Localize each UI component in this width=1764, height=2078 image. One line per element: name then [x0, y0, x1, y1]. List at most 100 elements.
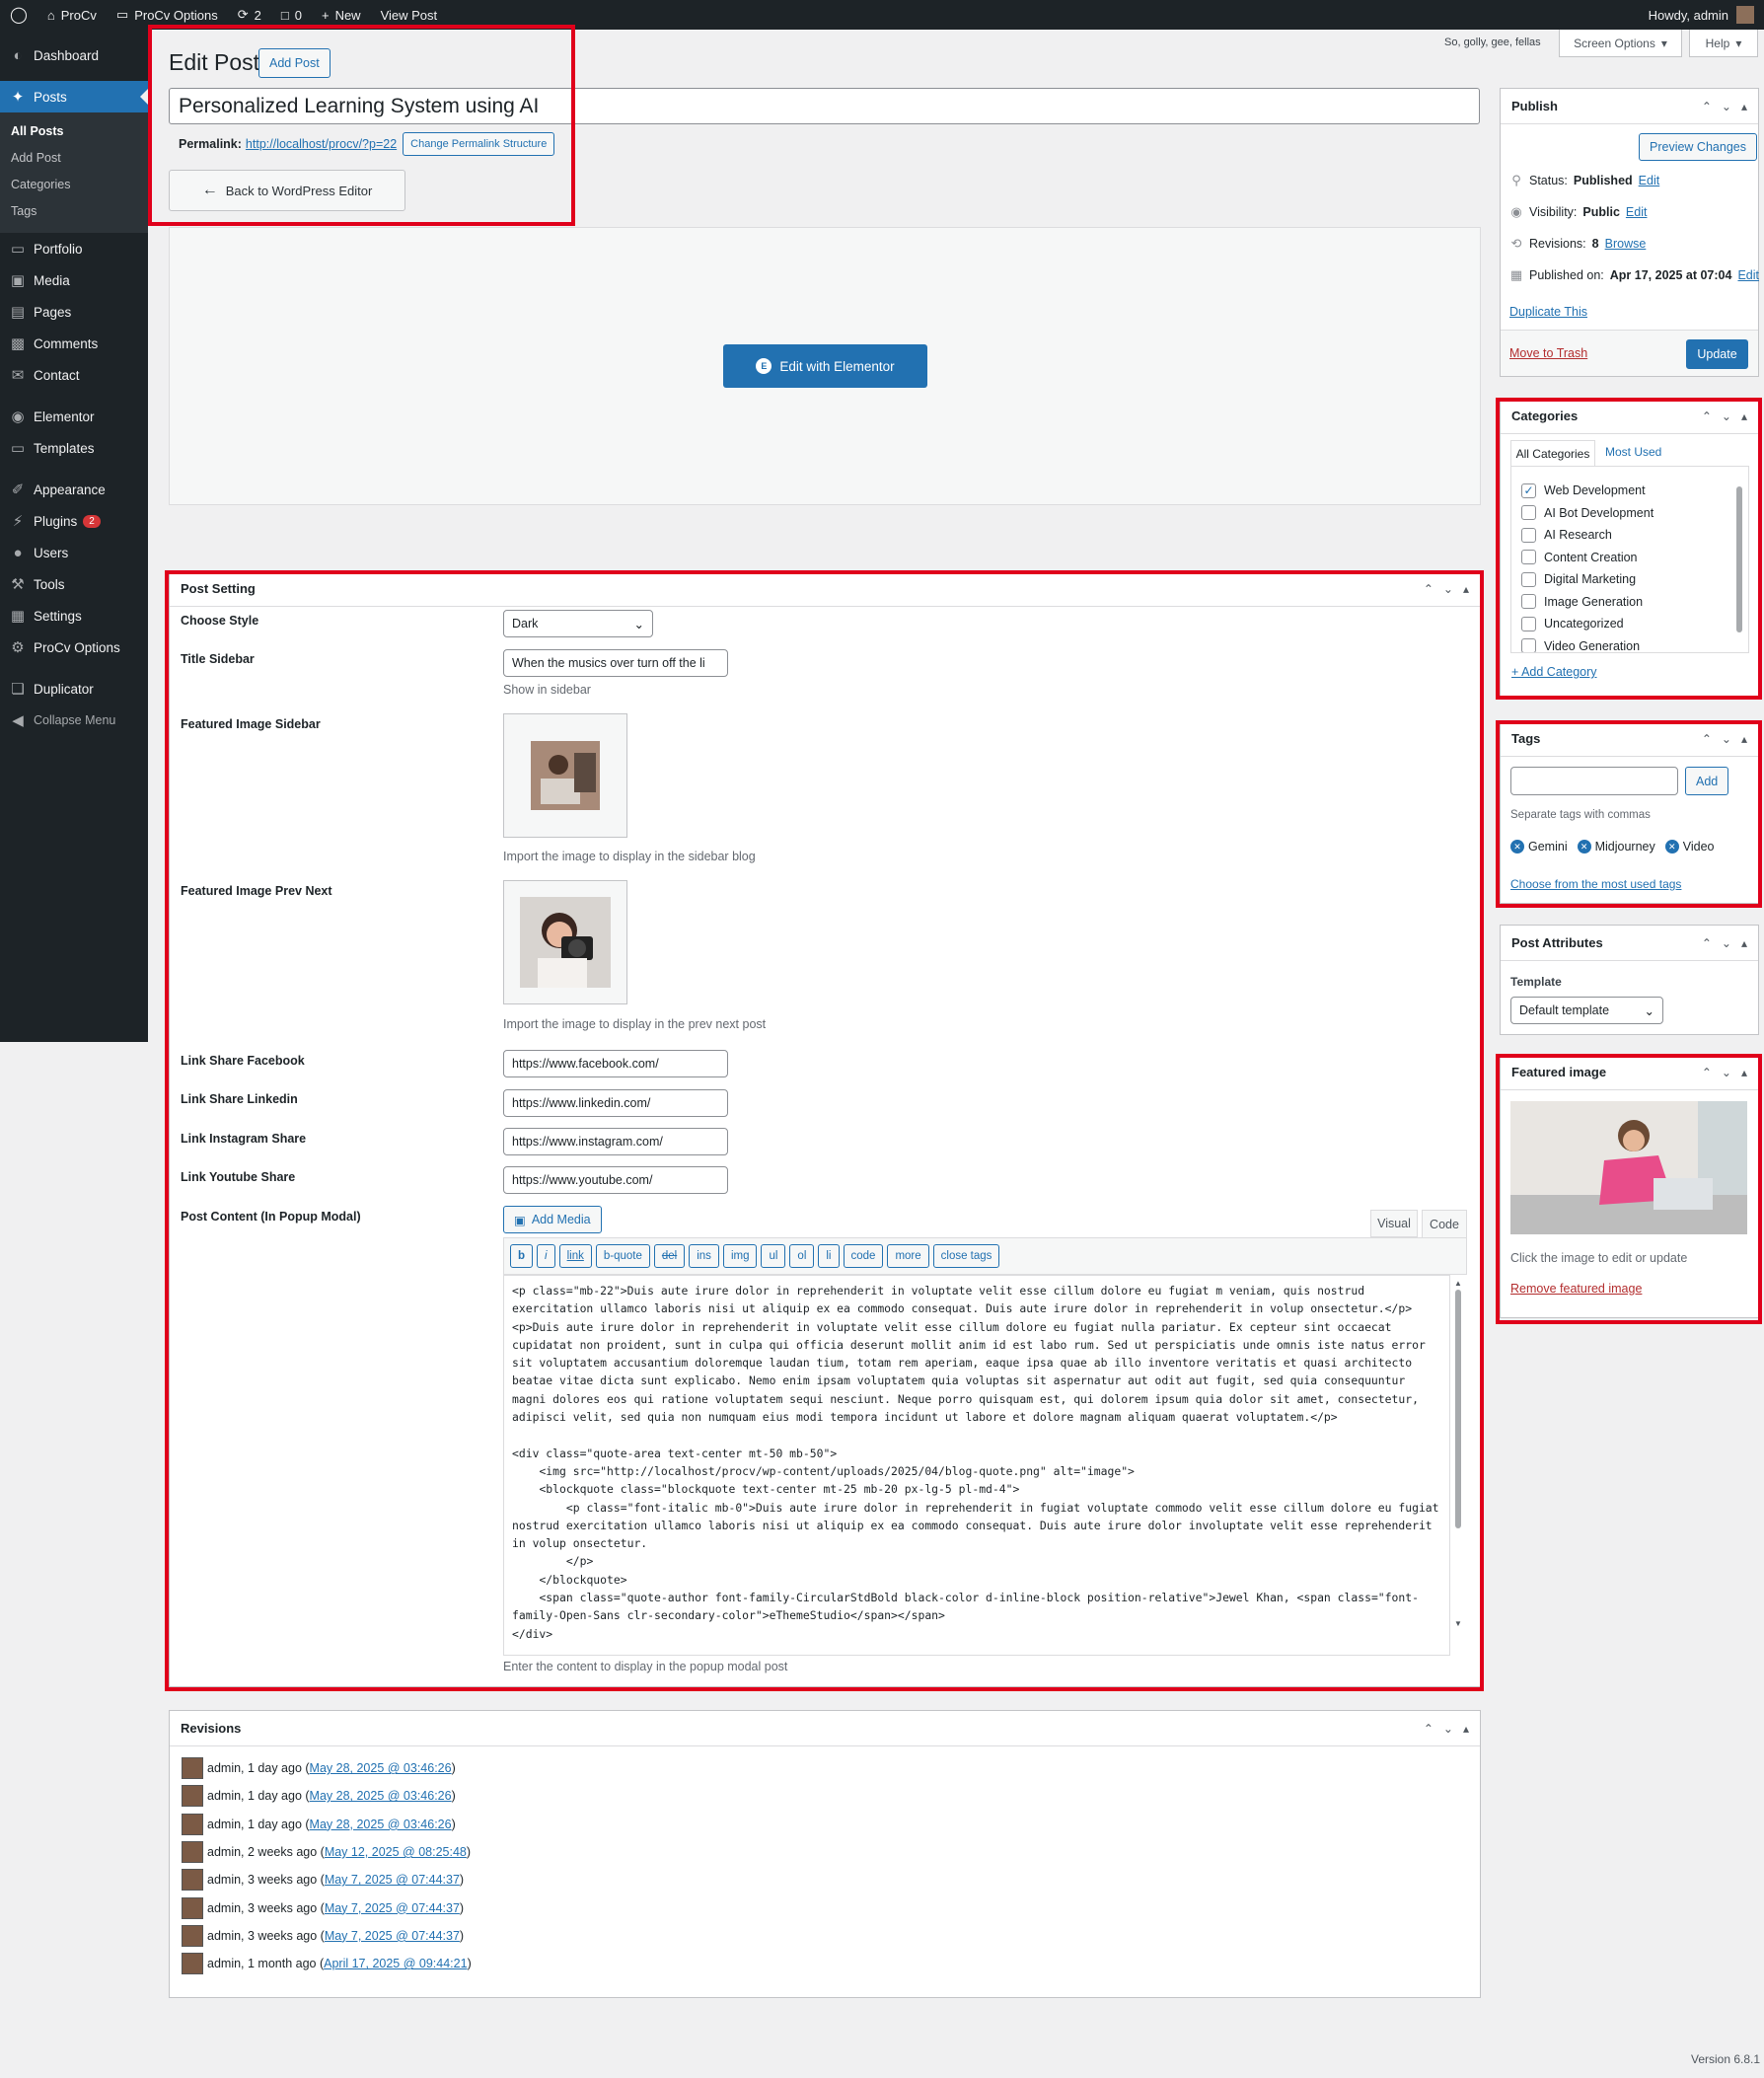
toggle-panel-icon[interactable]: ▴ [1741, 936, 1747, 950]
move-up-icon[interactable]: ⌃ [1702, 409, 1712, 423]
category-image-generation[interactable]: Image Generation [1511, 591, 1748, 614]
move-up-icon[interactable]: ⌃ [1424, 582, 1433, 596]
toggle-panel-icon[interactable]: ▴ [1741, 100, 1747, 113]
move-down-icon[interactable]: ⌄ [1722, 936, 1731, 950]
qt-close-tags-button[interactable]: close tags [932, 1244, 1000, 1268]
new-content-link[interactable]: + New [312, 0, 371, 30]
move-up-icon[interactable]: ⌃ [1702, 732, 1712, 746]
tab-all-categories[interactable]: All Categories [1510, 440, 1595, 466]
move-down-icon[interactable]: ⌄ [1722, 409, 1731, 423]
menu-appearance[interactable]: ✐ Appearance [0, 474, 148, 505]
menu-duplicator[interactable]: ❏ Duplicator [0, 673, 148, 705]
menu-tools[interactable]: ⚒ Tools [0, 568, 148, 600]
preview-changes-button[interactable]: Preview Changes [1639, 133, 1757, 161]
move-up-icon[interactable]: ⌃ [1424, 1722, 1433, 1736]
move-down-icon[interactable]: ⌄ [1722, 1066, 1731, 1079]
tab-most-used[interactable]: Most Used [1605, 445, 1661, 459]
checkbox-icon[interactable] [1521, 550, 1536, 565]
move-up-icon[interactable]: ⌃ [1702, 1066, 1712, 1079]
updates-link[interactable]: ⟳ 2 [228, 0, 271, 30]
my-account-link[interactable]: Howdy, admin [1639, 0, 1764, 30]
submenu-tags[interactable]: Tags [0, 198, 148, 225]
menu-posts[interactable]: ✦ Posts [0, 81, 148, 112]
move-down-icon[interactable]: ⌄ [1722, 100, 1731, 113]
toggle-panel-icon[interactable]: ▴ [1741, 1066, 1747, 1079]
move-up-icon[interactable]: ⌃ [1702, 100, 1712, 113]
menu-elementor[interactable]: ◉ Elementor [0, 401, 148, 432]
move-down-icon[interactable]: ⌄ [1443, 582, 1453, 596]
qt-more-button[interactable]: more [887, 1244, 929, 1268]
post-title-input[interactable]: Personalized Learning System using AI [169, 88, 1480, 124]
post-content-textarea[interactable]: <p class="mb-22">Duis aute irure dolor i… [503, 1275, 1450, 1656]
checkbox-checked-icon[interactable]: ✓ [1521, 482, 1536, 498]
revision-link[interactable]: May 28, 2025 @ 03:46:26 [310, 1789, 452, 1803]
qt-del-button[interactable]: del [653, 1244, 686, 1268]
browse-revisions-link[interactable]: Browse [1605, 237, 1647, 251]
category-ai-research[interactable]: AI Research [1511, 524, 1748, 547]
remove-tag-icon[interactable]: ✕ [1577, 840, 1591, 853]
revision-link[interactable]: May 28, 2025 @ 03:46:26 [310, 1761, 452, 1775]
toggle-panel-icon[interactable]: ▴ [1463, 1722, 1469, 1736]
add-media-button[interactable]: ▣ Add Media [503, 1206, 602, 1233]
edit-status-link[interactable]: Edit [1639, 174, 1660, 187]
qt-img-button[interactable]: img [722, 1244, 758, 1268]
menu-templates[interactable]: ▭ Templates [0, 432, 148, 464]
qt-link-button[interactable]: link [558, 1244, 592, 1268]
revision-link[interactable]: April 17, 2025 @ 09:44:21 [324, 1957, 467, 1970]
new-tag-input[interactable] [1510, 767, 1678, 795]
menu-dashboard[interactable]: ◐ Dashboard [0, 39, 148, 71]
procv-options-link[interactable]: ▭ ProCv Options [107, 0, 228, 30]
category-digital-marketing[interactable]: Digital Marketing [1511, 568, 1748, 591]
qt-italic-button[interactable]: i [537, 1244, 555, 1268]
back-to-editor-button[interactable]: ← Back to WordPress Editor [169, 170, 405, 211]
choose-style-select[interactable]: Dark ⌄ [503, 610, 653, 637]
category-web-development[interactable]: ✓ Web Development [1511, 480, 1748, 502]
category-uncategorized[interactable]: Uncategorized [1511, 613, 1748, 635]
category-content-creation[interactable]: Content Creation [1511, 547, 1748, 569]
remove-tag-icon[interactable]: ✕ [1664, 840, 1679, 853]
move-to-trash-link[interactable]: Move to Trash [1509, 346, 1587, 360]
toggle-panel-icon[interactable]: ▴ [1463, 582, 1469, 596]
featured-sidebar-image[interactable] [503, 713, 627, 838]
add-post-button[interactable]: Add Post [258, 48, 331, 78]
checkbox-icon[interactable] [1521, 505, 1536, 521]
menu-portfolio[interactable]: ▭ Portfolio [0, 233, 148, 264]
comments-link[interactable]: □ 0 [271, 0, 312, 30]
youtube-input[interactable]: https://www.youtube.com/ [503, 1166, 728, 1194]
move-down-icon[interactable]: ⌄ [1722, 732, 1731, 746]
add-tag-button[interactable]: Add [1685, 767, 1729, 795]
tab-visual[interactable]: Visual [1370, 1210, 1418, 1237]
menu-users[interactable]: ● Users [0, 537, 148, 568]
move-down-icon[interactable]: ⌄ [1443, 1722, 1453, 1736]
featured-image-thumb[interactable] [1510, 1101, 1747, 1234]
change-permalink-button[interactable]: Change Permalink Structure [403, 132, 555, 156]
checkbox-icon[interactable] [1521, 638, 1536, 652]
toggle-panel-icon[interactable]: ▴ [1741, 732, 1747, 746]
qt-ins-button[interactable]: ins [689, 1244, 719, 1268]
qt-ol-button[interactable]: ol [789, 1244, 815, 1268]
checkbox-icon[interactable] [1521, 527, 1536, 543]
move-up-icon[interactable]: ⌃ [1702, 936, 1712, 950]
edit-date-link[interactable]: Edit [1737, 268, 1759, 282]
linkedin-input[interactable]: https://www.linkedin.com/ [503, 1089, 728, 1117]
revision-link[interactable]: May 7, 2025 @ 07:44:37 [325, 1901, 460, 1915]
edit-with-elementor-button[interactable]: E Edit with Elementor [723, 344, 927, 388]
scroll-down-arrow-icon[interactable]: ▼ [1454, 1619, 1462, 1628]
qt-blockquote-button[interactable]: b-quote [595, 1244, 650, 1268]
remove-featured-image-link[interactable]: Remove featured image [1510, 1282, 1642, 1296]
qt-code-button[interactable]: code [843, 1244, 884, 1268]
menu-pages[interactable]: ▤ Pages [0, 296, 148, 328]
submenu-all-posts[interactable]: All Posts [0, 118, 148, 145]
menu-contact[interactable]: ✉ Contact [0, 359, 148, 391]
toggle-panel-icon[interactable]: ▴ [1741, 409, 1747, 423]
checkbox-icon[interactable] [1521, 616, 1536, 631]
qt-ul-button[interactable]: ul [761, 1244, 786, 1268]
template-select[interactable]: Default template ⌄ [1510, 997, 1663, 1024]
view-post-link[interactable]: View Post [371, 0, 448, 30]
edit-visibility-link[interactable]: Edit [1626, 205, 1648, 219]
instagram-input[interactable]: https://www.instagram.com/ [503, 1128, 728, 1155]
permalink-link[interactable]: http://localhost/procv/?p=22 [246, 137, 397, 151]
tab-code[interactable]: Code [1422, 1210, 1467, 1237]
wp-logo-button[interactable]: ◯ [0, 0, 37, 30]
update-button[interactable]: Update [1686, 339, 1748, 369]
